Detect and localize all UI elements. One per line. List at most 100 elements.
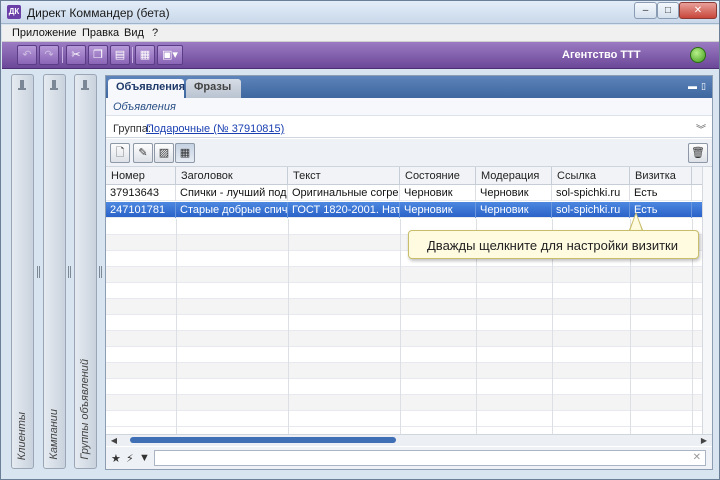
table-view-icon[interactable]: ▦ (175, 143, 195, 163)
menu-edit[interactable]: Правка (82, 27, 119, 39)
ads-table: Номер Заголовок Текст Состояние Модераци… (106, 167, 702, 434)
column-divider (288, 219, 289, 434)
title-bar: ДК Директ Коммандер (бета) – □ ✕ (1, 1, 719, 24)
cell-state: Черновик (400, 202, 476, 218)
empty-row (106, 331, 702, 347)
empty-row (106, 283, 702, 299)
window-title: Директ Коммандер (бета) (27, 6, 170, 20)
cell-moderation: Черновик (476, 202, 552, 218)
column-header-title[interactable]: Заголовок (176, 167, 288, 185)
lightning-icon[interactable]: ⚡ (126, 452, 134, 465)
tab-phrases[interactable]: Фразы (186, 79, 241, 98)
pin-icon[interactable] (49, 79, 60, 95)
pin-icon[interactable] (17, 79, 28, 95)
new-ad-icon[interactable]: 🗋 (110, 143, 130, 163)
star-icon[interactable]: ★ (111, 452, 121, 465)
cell-vcard: Есть (630, 185, 692, 201)
table-icon[interactable]: ▦ (135, 45, 155, 65)
splitter-handle[interactable] (99, 266, 102, 278)
app-logo-icon: ДК (7, 5, 21, 19)
empty-row (106, 267, 702, 283)
menu-help[interactable]: ? (152, 27, 158, 39)
cut-icon[interactable]: ✂ (66, 45, 86, 65)
column-header-state[interactable]: Состояние (400, 167, 476, 185)
campaigns-panel-label: Кампании (48, 409, 60, 460)
copy-icon[interactable]: ❐ (88, 45, 108, 65)
cell-number: 37913643 (106, 185, 176, 201)
cell-title: Спички - лучший подар (176, 185, 288, 201)
maximize-button[interactable]: □ (657, 2, 679, 19)
column-header-text[interactable]: Текст (288, 167, 400, 185)
panel-subheader: Объявления (106, 98, 712, 116)
filter-icon[interactable]: ▼ (139, 452, 150, 464)
minimize-button[interactable]: – (634, 2, 657, 19)
cell-link: sol-spichki.ru (552, 185, 630, 201)
minimize-panel-icon[interactable]: ▬ (688, 81, 697, 91)
menu-application[interactable]: Приложение (12, 27, 77, 39)
menu-view[interactable]: Вид (124, 27, 144, 39)
column-divider (400, 219, 401, 434)
cell-state: Черновик (400, 185, 476, 201)
empty-row (106, 395, 702, 411)
horizontal-scrollbar[interactable]: ◀ ▶ (106, 434, 712, 446)
splitter-handle[interactable] (37, 266, 40, 278)
empty-row (106, 363, 702, 379)
image-icon[interactable]: ▨ (154, 143, 174, 163)
agency-name: Агентство ТТТ (562, 49, 641, 61)
paste-icon[interactable]: ▤ (110, 45, 130, 65)
campaigns-panel[interactable]: Кампании (43, 74, 66, 469)
toolbar-separator (62, 47, 63, 63)
ad-groups-panel-label: Группы объявлений (79, 359, 91, 460)
splitter-handle[interactable] (68, 266, 71, 278)
cell-text: ГОСТ 1820-2001. Нату (288, 202, 400, 218)
group-link[interactable]: Подарочные (№ 37910815) (146, 123, 284, 135)
scroll-left-icon[interactable]: ◀ (108, 435, 120, 446)
empty-row (106, 299, 702, 315)
clients-panel-label: Клиенты (16, 411, 28, 460)
empty-row (106, 347, 702, 363)
tooltip-text: Дважды щелкните для настройки визитки (427, 238, 679, 253)
filter-input[interactable]: ✕ (154, 450, 706, 466)
cell-link: sol-spichki.ru (552, 202, 630, 218)
column-header-link[interactable]: Ссылка (552, 167, 630, 185)
delete-icon[interactable]: 🗑 (688, 143, 708, 163)
empty-row (106, 411, 702, 427)
undo-icon[interactable]: ↶ (17, 45, 37, 65)
cell-title: Старые добрые спичк (176, 202, 288, 218)
column-header-vcard[interactable]: Визитка (630, 167, 692, 185)
table-row[interactable]: 37913643 Спички - лучший подар Оригиналь… (106, 185, 702, 201)
main-toolbar: ↶ ↷ ✂ ❐ ▤ ▦ ▣▾ Агентство ТТТ (2, 42, 719, 69)
redo-icon[interactable]: ↷ (39, 45, 59, 65)
column-header-number[interactable]: Номер (106, 167, 176, 185)
view-icon[interactable]: ▣▾ (157, 45, 183, 65)
cell-moderation: Черновик (476, 185, 552, 201)
cell-number: 247101781 (106, 202, 176, 218)
ad-groups-panel[interactable]: Группы объявлений (74, 74, 97, 469)
cell-text: Оригинальные согрев (288, 185, 400, 201)
filter-bar: ★ ⚡ ▼ ✕ (106, 447, 712, 469)
toolbar-separator (132, 47, 133, 63)
close-button[interactable]: ✕ (679, 2, 717, 19)
tab-strip: Объявления Фразы ▬ ▯ (106, 76, 712, 98)
maximize-panel-icon[interactable]: ▯ (701, 81, 706, 92)
agency-status-icon[interactable] (690, 47, 706, 63)
column-header-moderation[interactable]: Модерация (476, 167, 552, 185)
edit-ad-icon[interactable]: ✎ (133, 143, 153, 163)
pin-icon[interactable] (80, 79, 91, 95)
empty-row (106, 315, 702, 331)
scroll-right-icon[interactable]: ▶ (698, 435, 710, 446)
table-row-selected[interactable]: 247101781 Старые добрые спичк ГОСТ 1820-… (106, 202, 702, 218)
clear-icon[interactable]: ✕ (693, 452, 701, 463)
collapse-chevron-icon[interactable]: ︾ (696, 121, 706, 136)
ads-action-bar: 🗋 ✎ ▨ ▦ 🗑 (106, 139, 712, 167)
column-divider (176, 219, 177, 434)
tab-ads[interactable]: Объявления (108, 79, 185, 98)
empty-row (106, 379, 702, 395)
vertical-scrollbar[interactable] (702, 167, 712, 434)
scroll-thumb[interactable] (130, 437, 396, 443)
table-header: Номер Заголовок Текст Состояние Модераци… (106, 167, 702, 185)
clients-panel[interactable]: Клиенты (11, 74, 34, 469)
app-window: ДК Директ Коммандер (бета) – □ ✕ Приложе… (0, 0, 720, 480)
vcard-tooltip: Дважды щелкните для настройки визитки (408, 230, 699, 259)
group-bar: Группа: Подарочные (№ 37910815) ︾ (106, 120, 712, 138)
